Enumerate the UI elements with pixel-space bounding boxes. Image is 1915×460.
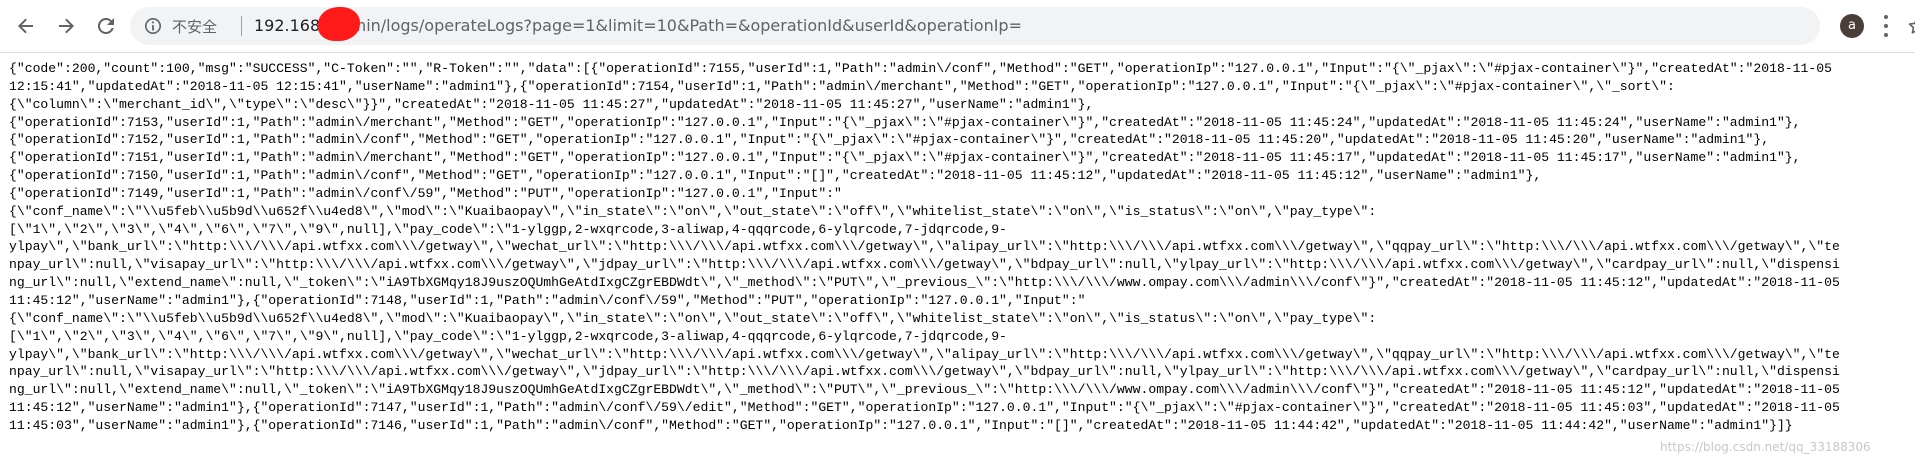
reload-icon (97, 17, 114, 34)
json-line: [\"1\",\"2\",\"3\",\"4\",\"6\",\"7\",\"9… (9, 328, 1007, 344)
json-response-body: {"code":200,"count":100,"msg":"SUCCESS",… (9, 60, 1909, 455)
url-text[interactable]: 192.168./admin/logs/operateLogs?page=1&l… (254, 16, 1022, 35)
reload-button[interactable] (88, 8, 124, 44)
json-line: {\"column\":\"merchant_id\",\"type\":\"d… (9, 96, 1094, 112)
url-host: 192.168. (254, 16, 326, 35)
address-bar[interactable]: 不安全 192.168./admin/logs/operateLogs?page… (130, 7, 1915, 45)
info-icon[interactable] (144, 17, 162, 35)
json-line: {"operationId":7150,"userId":1,"Path":"a… (9, 168, 1542, 184)
json-line: {"operationId":7149,"userId":1,"Path":"a… (9, 185, 842, 201)
json-line: {\"conf_name\":\"\\u5feb\\u5b9d\\u652f\\… (9, 203, 1377, 219)
address-divider (241, 16, 242, 36)
watermark: https://blog.csdn.net/qq_33188306 (1660, 440, 1871, 454)
kebab-menu-icon[interactable] (1883, 15, 1889, 37)
json-line: 11:45:03","userName":"admin1"},{"operati… (9, 417, 1793, 433)
json-line: [\"1\",\"2\",\"3\",\"4\",\"6\",\"7\",\"9… (9, 221, 1007, 237)
json-line: ylpay\",\"bank_url\":\"http:\\\/\\\/api.… (9, 239, 1840, 255)
json-line: 12:15:41","updatedAt":"2018-11-05 12:15:… (9, 78, 1675, 94)
json-line: {"operationId":7152,"userId":1,"Path":"a… (9, 132, 1770, 148)
url-path: /admin/logs/operateLogs?page=1&limit=10&… (325, 16, 1022, 35)
json-line: {"operationId":7151,"userId":1,"Path":"a… (9, 150, 1801, 166)
redaction-mark (318, 7, 360, 41)
security-label[interactable]: 不安全 (172, 16, 217, 37)
arrow-right-icon (59, 18, 74, 34)
json-line: 11:45:12","userName":"admin1"},{"operati… (9, 400, 1840, 416)
json-line: {"code":200,"count":100,"msg":"SUCCESS",… (9, 61, 1832, 76)
back-button[interactable] (8, 8, 44, 44)
json-line: {"operationId":7153,"userId":1,"Path":"a… (9, 114, 1801, 130)
star-icon[interactable] (1907, 16, 1915, 36)
arrow-left-icon (18, 18, 33, 34)
json-line: ng_url\":null,\"extend_name\":null,\"_to… (9, 275, 1840, 291)
browser-toolbar: 不安全 192.168./admin/logs/operateLogs?page… (0, 0, 1915, 53)
forward-button[interactable] (48, 8, 84, 44)
json-line: 11:45:12","userName":"admin1"},{"operati… (9, 292, 1086, 308)
json-line: ylpay\",\"bank_url\":\"http:\\\/\\\/api.… (9, 346, 1840, 362)
json-line: {\"conf_name\":\"\\u5feb\\u5b9d\\u652f\\… (9, 310, 1377, 326)
profile-avatar[interactable]: a (1840, 14, 1864, 38)
json-line: npay_url\":null,\"visapay_url\":\"http:\… (9, 257, 1840, 273)
json-line: ng_url\":null,\"extend_name\":null,\"_to… (9, 382, 1840, 398)
json-line: npay_url\":null,\"visapay_url\":\"http:\… (9, 364, 1840, 380)
